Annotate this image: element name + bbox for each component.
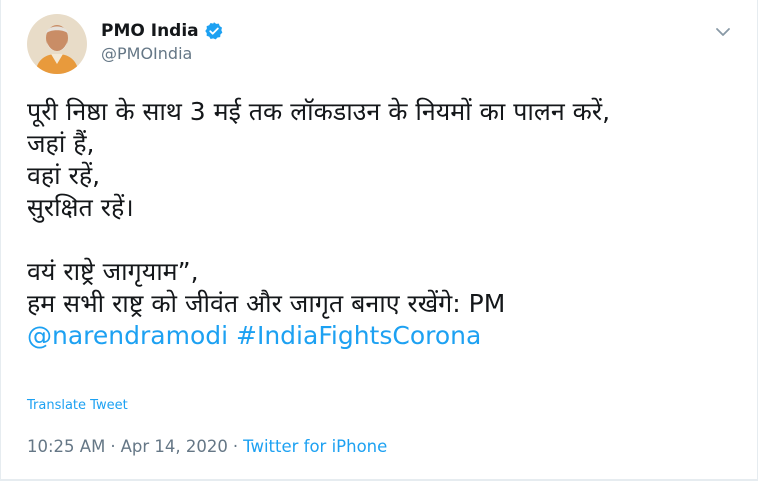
tweet-time[interactable]: 10:25 AM — [27, 437, 105, 456]
hashtag-link[interactable]: #IndiaFightsCorona — [236, 321, 481, 350]
tweet-line: वयं राष्ट्रे जागृयाम”, — [27, 257, 199, 286]
tweet-meta: 10:25 AM · Apr 14, 2020 · Twitter for iPhone — [27, 437, 387, 456]
display-name-row: PMO India — [101, 20, 224, 42]
author-names: PMO India @PMOIndia — [101, 20, 224, 64]
tweet-header: PMO India @PMOIndia — [27, 14, 737, 76]
tweet-text: पूरी निष्ठा के साथ 3 मई तक लॉकडाउन के नि… — [27, 96, 739, 352]
mention-link[interactable]: @narendramodi — [27, 321, 228, 350]
tweet-line: सुरक्षित रहें। — [27, 193, 134, 222]
divider — [1, 479, 757, 480]
tweet-source-link[interactable]: Twitter for iPhone — [243, 437, 387, 456]
tweet-line: वहां रहें, — [27, 161, 101, 190]
meta-separator: · — [110, 437, 116, 456]
avatar[interactable] — [27, 14, 87, 74]
tweet-line: जहां हैं, — [27, 129, 95, 158]
display-name[interactable]: PMO India — [101, 20, 199, 42]
tweet-date[interactable]: Apr 14, 2020 — [121, 437, 228, 456]
author-handle[interactable]: @PMOIndia — [101, 44, 224, 64]
tweet-links-line: @narendramodi #IndiaFightsCorona — [27, 320, 739, 352]
tweet-card: PMO India @PMOIndia पूरी निष्ठा के साथ 3… — [0, 0, 758, 481]
tweet-line: हम सभी राष्ट्र को जीवंत और जागृत बनाए रख… — [27, 289, 506, 318]
translate-tweet-link[interactable]: Translate Tweet — [27, 398, 128, 413]
verified-badge-icon — [204, 22, 222, 40]
chevron-down-icon[interactable] — [713, 22, 733, 42]
tweet-line: पूरी निष्ठा के साथ 3 मई तक लॉकडाउन के नि… — [27, 97, 611, 126]
profile-photo-icon — [27, 14, 87, 74]
meta-separator: · — [232, 437, 239, 456]
